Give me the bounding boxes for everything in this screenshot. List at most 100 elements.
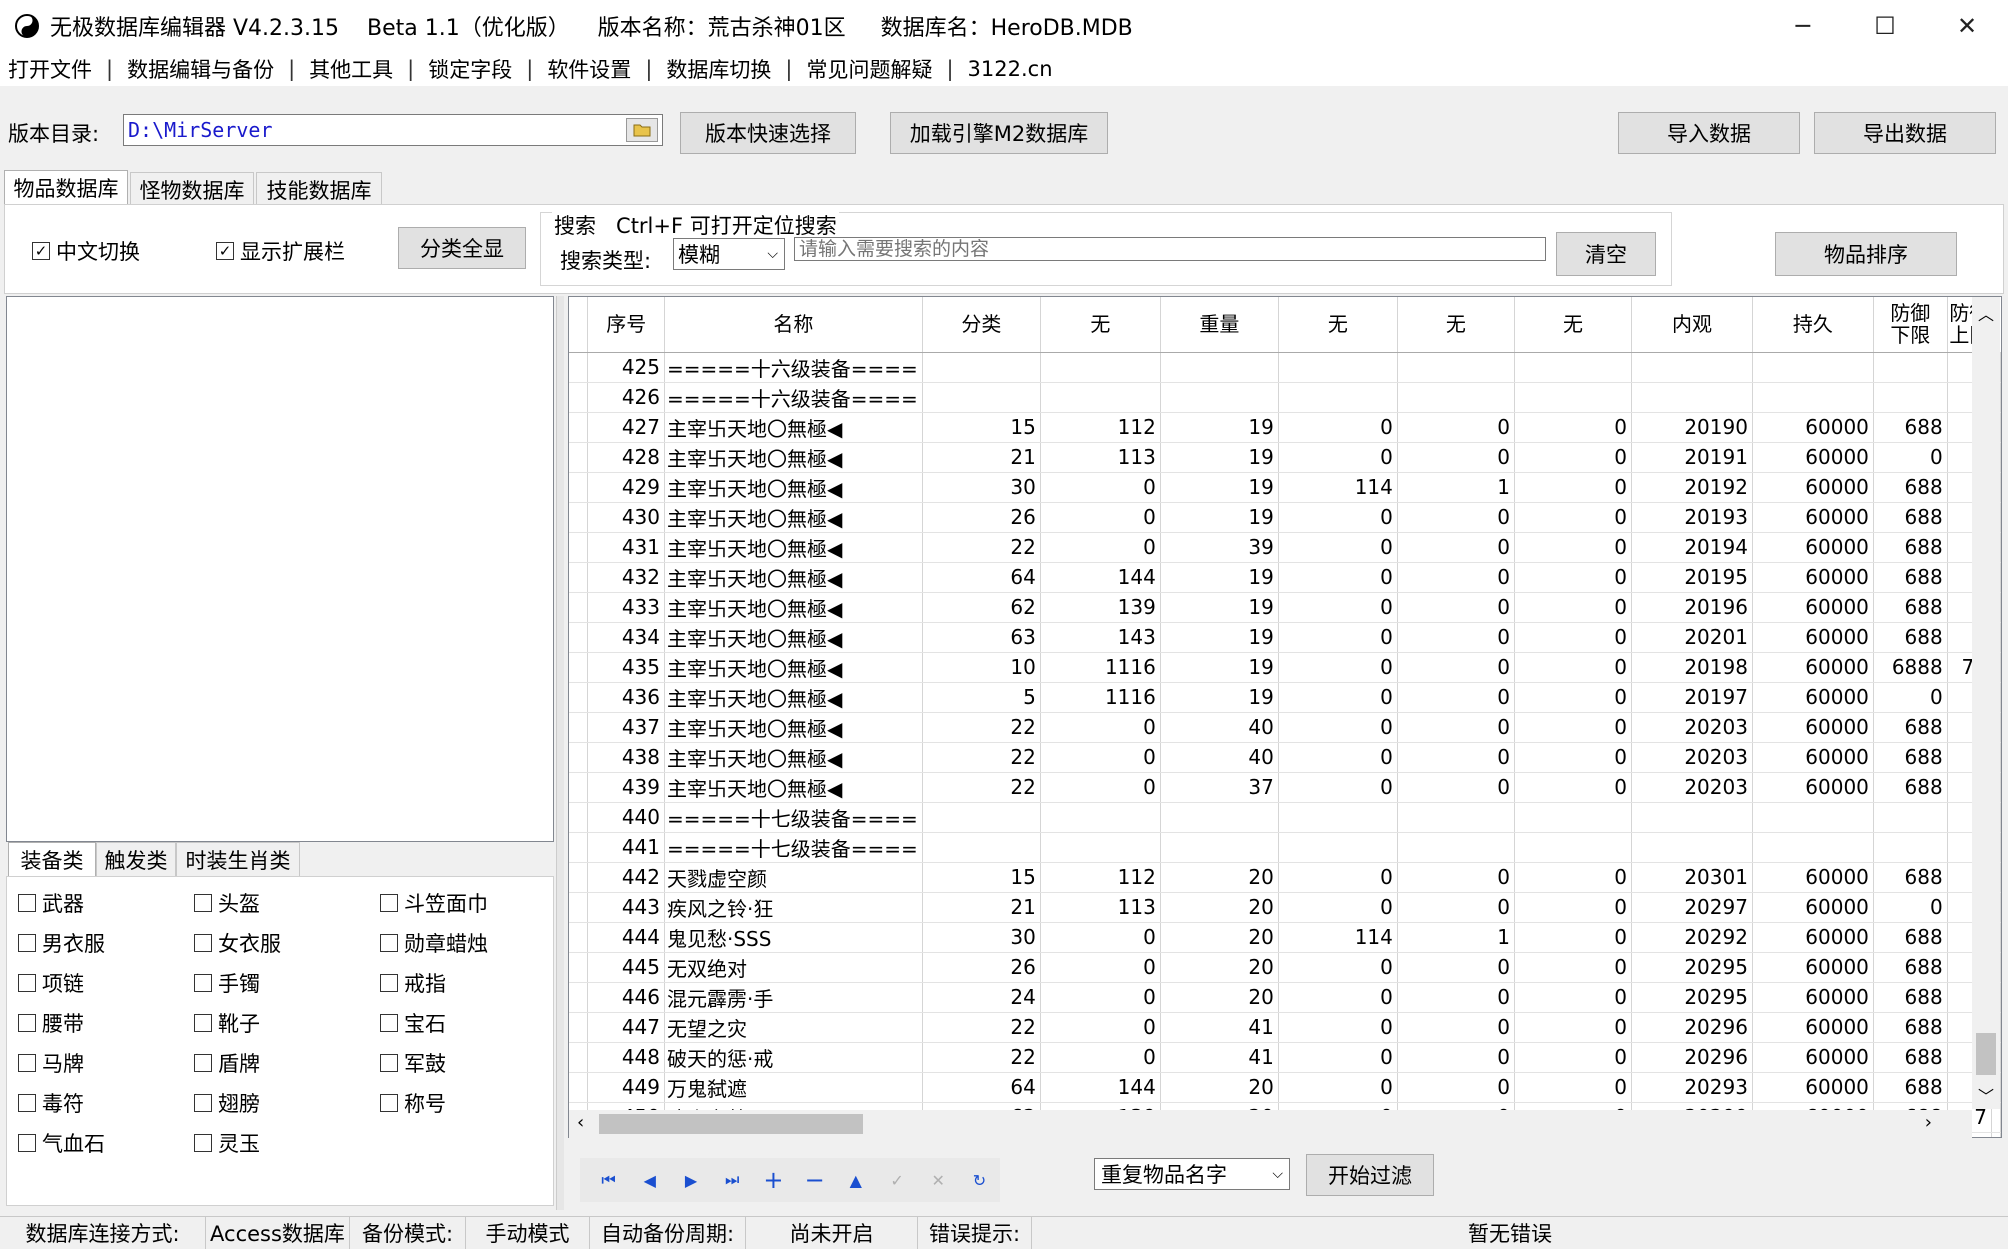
cell-value[interactable]: 0 <box>1278 412 1398 443</box>
cell-name[interactable]: 主宰卐天地〇無極◀ <box>664 772 923 803</box>
cell-id[interactable]: 429 <box>587 472 665 503</box>
cell-value[interactable] <box>1397 802 1515 833</box>
row-indicator[interactable] <box>569 502 589 533</box>
cell-value[interactable]: 1 <box>1397 922 1515 953</box>
cell-value[interactable]: 5 <box>922 682 1041 713</box>
cell-value[interactable]: 20191 <box>1631 442 1753 473</box>
column-header[interactable]: 无 <box>1040 297 1161 353</box>
tab-trigger[interactable]: 触发类 <box>96 842 176 876</box>
cell-name[interactable]: 鬼见愁·SSS <box>664 922 923 953</box>
cell-value[interactable] <box>1278 382 1398 413</box>
cell-value[interactable]: 0 <box>1514 532 1632 563</box>
table-row[interactable]: 438主宰卐天地〇無極◀2204000020203600006887 <box>569 742 2001 773</box>
cell-value[interactable]: 0 <box>1397 532 1515 563</box>
refresh-icon[interactable]: ↻ <box>959 1162 1000 1198</box>
cell-value[interactable]: 0 <box>1514 412 1632 443</box>
cell-id[interactable]: 443 <box>587 892 665 923</box>
cell-value[interactable]: 60000 <box>1752 442 1874 473</box>
row-indicator[interactable] <box>569 982 589 1013</box>
close-button[interactable]: ✕ <box>1926 0 2008 52</box>
cell-value[interactable]: 20201 <box>1631 622 1753 653</box>
cell-name[interactable]: 主宰卐天地〇無極◀ <box>664 412 923 443</box>
table-row[interactable]: 445无双绝对2602000020295600006887 <box>569 952 2001 983</box>
cell-id[interactable]: 432 <box>587 562 665 593</box>
table-row[interactable]: 432主宰卐天地〇無極◀641441900020195600006887 <box>569 562 2001 593</box>
cell-value[interactable]: 0 <box>1278 1012 1398 1043</box>
row-indicator[interactable] <box>569 892 589 923</box>
category-checkbox[interactable]: 气血石 <box>18 1128 105 1158</box>
column-header[interactable]: 防御 下限 <box>1873 297 1948 353</box>
cell-value[interactable]: 20196 <box>1631 592 1753 623</box>
row-indicator[interactable] <box>569 622 589 653</box>
cell-value[interactable]: 0 <box>1040 922 1161 953</box>
cell-value[interactable]: 20192 <box>1631 472 1753 503</box>
cell-value[interactable]: 688 <box>1873 712 1948 743</box>
cell-value[interactable] <box>1514 802 1632 833</box>
cell-value[interactable]: 20198 <box>1631 652 1753 683</box>
cell-value[interactable]: 0 <box>1278 742 1398 773</box>
row-indicator[interactable] <box>569 682 589 713</box>
cell-value[interactable]: 143 <box>1040 622 1161 653</box>
cell-value[interactable]: 0 <box>1514 712 1632 743</box>
cell-value[interactable]: 60000 <box>1752 922 1874 953</box>
cell-value[interactable] <box>1040 382 1161 413</box>
cell-value[interactable]: 20194 <box>1631 532 1753 563</box>
cell-value[interactable] <box>1631 352 1753 383</box>
cell-value[interactable]: 30 <box>922 472 1041 503</box>
row-indicator[interactable] <box>569 832 589 863</box>
row-indicator[interactable] <box>569 742 589 773</box>
cell-value[interactable]: 20301 <box>1631 862 1753 893</box>
cell-value[interactable]: 0 <box>1397 622 1515 653</box>
cell-value[interactable]: 22 <box>922 712 1041 743</box>
category-checkbox[interactable]: 戒指 <box>380 968 446 998</box>
cell-value[interactable]: 64 <box>922 1072 1041 1103</box>
row-indicator[interactable] <box>569 412 589 443</box>
cell-value[interactable]: 0 <box>1873 442 1948 473</box>
edit-record-icon[interactable]: ▲ <box>835 1162 876 1198</box>
table-row[interactable]: 446混元霹雳·手2402000020295600006887 <box>569 982 2001 1013</box>
category-tree-panel[interactable] <box>6 296 554 842</box>
cell-value[interactable]: 60000 <box>1752 1072 1874 1103</box>
column-header[interactable]: 无 <box>1397 297 1515 353</box>
cell-value[interactable]: 20293 <box>1631 1072 1753 1103</box>
cell-value[interactable]: 20 <box>1160 862 1279 893</box>
cell-value[interactable]: 0 <box>1040 1042 1161 1073</box>
category-checkbox[interactable]: 灵玉 <box>194 1128 260 1158</box>
category-checkbox[interactable]: 头盔 <box>194 888 260 918</box>
tab-fashion[interactable]: 时装生肖类 <box>176 842 300 876</box>
cell-value[interactable]: 0 <box>1278 712 1398 743</box>
cell-name[interactable]: 主宰卐天地〇無極◀ <box>664 502 923 533</box>
cell-name[interactable]: =====十六级装备==== <box>664 382 923 413</box>
chevron-up-icon[interactable]: ︿ <box>1972 301 2000 325</box>
cell-value[interactable]: 113 <box>1040 442 1161 473</box>
column-header[interactable]: 分类 <box>922 297 1041 353</box>
table-row[interactable]: 443 疾风之铃·狂 21 113 20 0 0 0 20297 60000 0 <box>569 892 2001 923</box>
cell-value[interactable] <box>1160 802 1279 833</box>
search-input[interactable] <box>794 237 1546 261</box>
cell-value[interactable]: 0 <box>1514 1072 1632 1103</box>
row-indicator[interactable] <box>569 472 589 503</box>
cell-value[interactable]: 20203 <box>1631 772 1753 803</box>
cell-value[interactable] <box>1752 832 1874 863</box>
category-checkbox[interactable]: 项链 <box>18 968 84 998</box>
table-row[interactable]: 437主宰卐天地〇無極◀2204000020203600006887 <box>569 712 2001 743</box>
cell-id[interactable]: 446 <box>587 982 665 1013</box>
cell-value[interactable]: 15 <box>922 412 1041 443</box>
cell-value[interactable]: 0 <box>1278 502 1398 533</box>
cell-value[interactable] <box>1752 382 1874 413</box>
cell-id[interactable]: 445 <box>587 952 665 983</box>
cell-id[interactable]: 447 <box>587 1012 665 1043</box>
cell-id[interactable]: 444 <box>587 922 665 953</box>
cell-name[interactable]: 主宰卐天地〇無極◀ <box>664 472 923 503</box>
category-checkbox[interactable]: 宝石 <box>380 1008 446 1038</box>
cell-value[interactable]: 688 <box>1873 562 1948 593</box>
cell-value[interactable]: 688 <box>1873 412 1948 443</box>
cell-value[interactable]: 0 <box>1514 472 1632 503</box>
cell-value[interactable]: 1116 <box>1040 682 1161 713</box>
cell-id[interactable]: 425 <box>587 352 665 383</box>
tab-skill-db[interactable]: 技能数据库 <box>256 172 382 206</box>
cell-value[interactable]: 113 <box>1040 892 1161 923</box>
cell-value[interactable]: 60000 <box>1752 472 1874 503</box>
cell-id[interactable]: 448 <box>587 1042 665 1073</box>
cell-name[interactable]: 无双绝对 <box>664 952 923 983</box>
